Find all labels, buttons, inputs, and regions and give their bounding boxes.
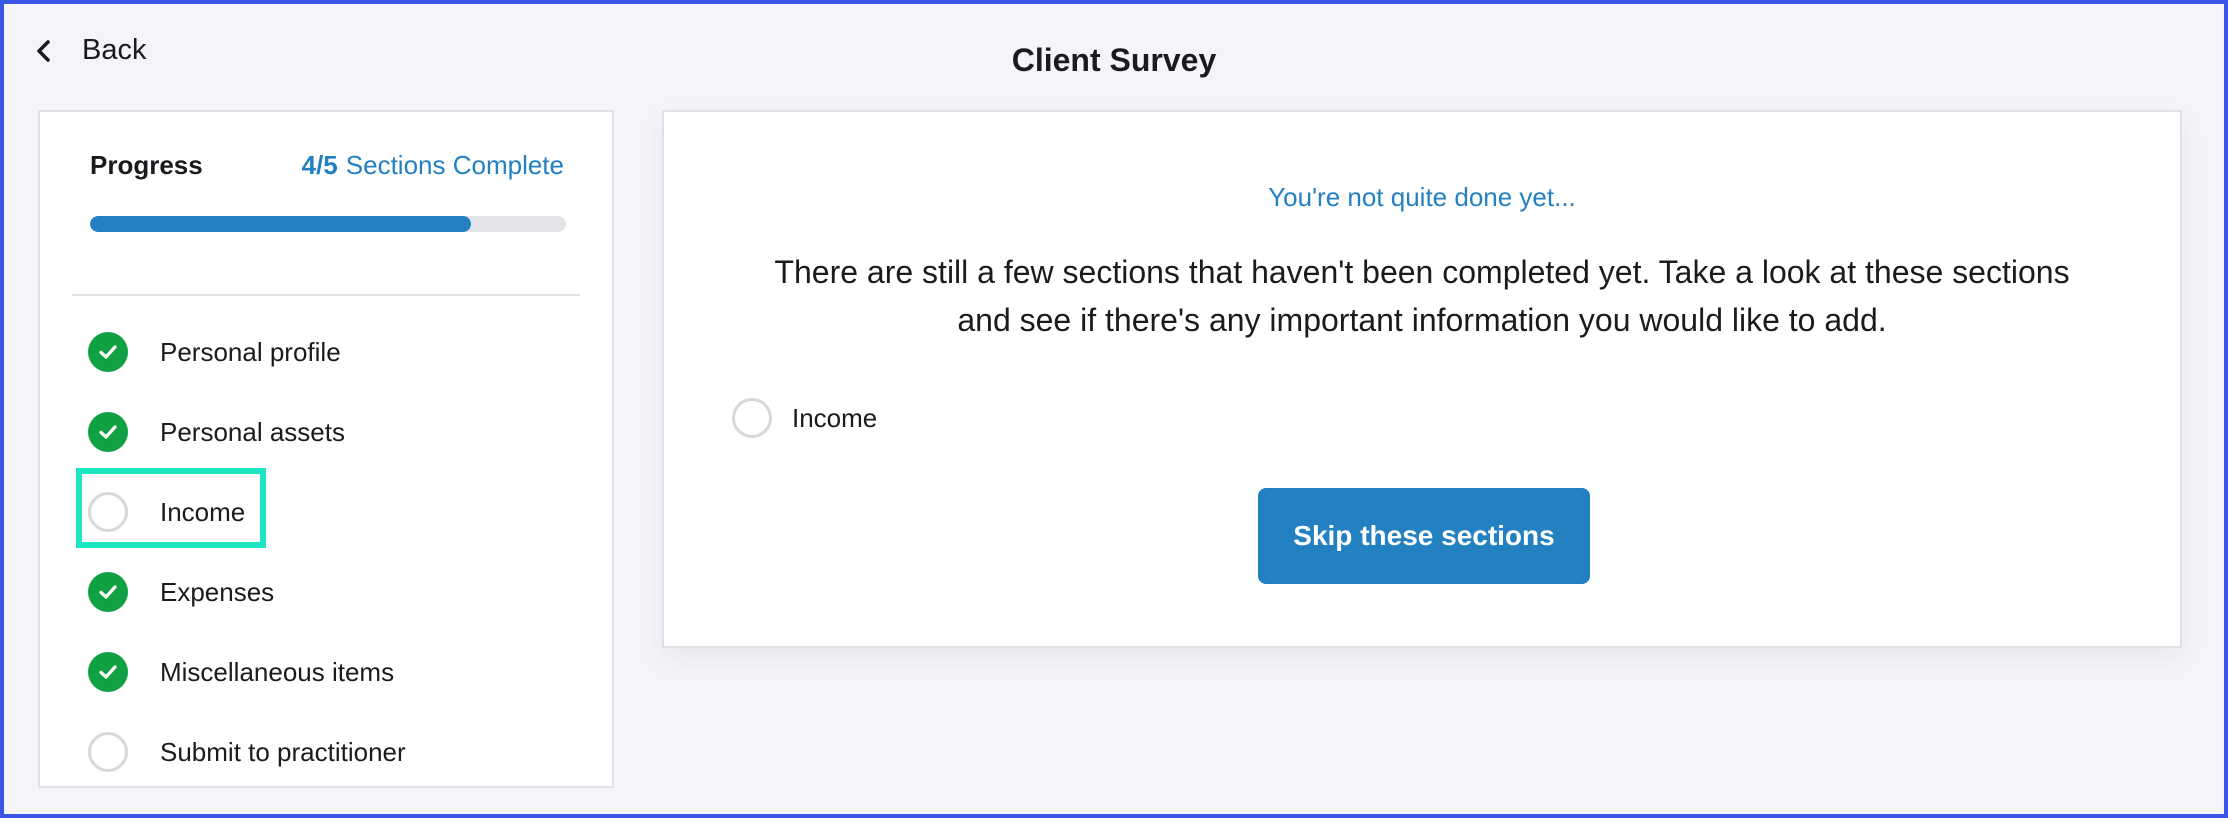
section-item-label: Submit to practitioner [160,736,406,767]
card-eyebrow: You're not quite done yet... [1268,182,1576,212]
section-item-personal-profile[interactable]: Personal profile [88,322,341,382]
check-circle-icon [88,412,128,452]
section-item-personal-assets[interactable]: Personal assets [88,402,345,462]
section-item-income[interactable]: Income [88,482,245,542]
card-message: There are still a few sections that have… [774,254,2070,338]
incomplete-sections-card: You're not quite done yet... There are s… [662,110,2182,648]
check-circle-icon [88,572,128,612]
section-item-label: Expenses [160,576,275,607]
empty-circle-icon [88,492,128,532]
check-circle-icon [88,652,128,692]
progress-title: Progress [90,150,203,180]
progress-bar [90,216,566,232]
section-item-miscellaneous-items[interactable]: Miscellaneous items [88,642,394,702]
progress-count: 4/5 [301,150,338,180]
page-title: Client Survey [1011,42,1217,78]
radio-circle-icon[interactable] [732,398,772,438]
check-circle-icon [88,332,128,372]
section-item-label: Income [160,496,246,527]
section-item-label: Miscellaneous items [160,656,395,687]
section-item-label: Personal assets [160,416,345,447]
section-item-label: Personal profile [160,336,341,367]
divider [72,294,580,296]
progress-sidebar: Progress 4/5 Sections Complete Personal p… [38,110,614,788]
skip-sections-button[interactable]: Skip these sections [1258,488,1590,584]
progress-header: Progress 4/5 Sections Complete [90,150,564,181]
option-label: Income [792,402,878,433]
progress-summary: 4/5 Sections Complete [302,150,564,181]
progress-suffix: Sections Complete [345,150,564,180]
progress-bar-fill [90,216,471,232]
empty-circle-icon [88,732,128,772]
section-item-submit-to-practitioner[interactable]: Submit to practitioner [88,722,406,782]
section-item-expenses[interactable]: Expenses [88,562,274,622]
incomplete-section-option-income[interactable]: Income [732,398,877,438]
